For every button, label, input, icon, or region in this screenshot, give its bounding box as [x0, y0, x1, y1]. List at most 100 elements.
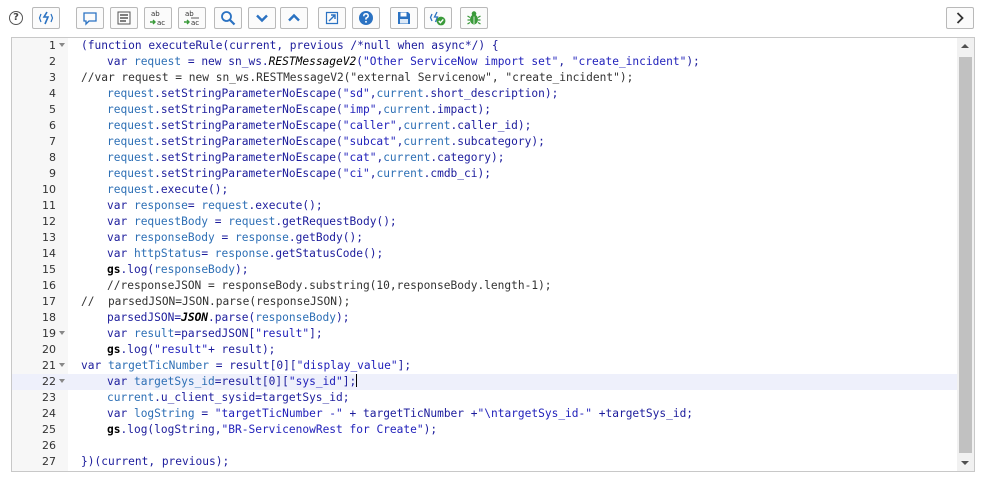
line-number: 7 — [49, 135, 56, 148]
code-text: (function executeRule(current, previous … — [81, 38, 499, 54]
code-text: //var request = new sn_ws.RESTMessageV2(… — [81, 70, 633, 86]
code-text: var responseBody = response.getBody(); — [107, 230, 363, 246]
code-token: .parse( — [208, 311, 256, 324]
code-text: request.execute(); — [107, 182, 228, 198]
line-number: 1 — [49, 39, 56, 52]
code-line[interactable]: 21 var targetTicNumber = result[0]["displ… — [12, 358, 957, 374]
line-number: 2 — [49, 55, 56, 68]
code-text: var result=parsedJSON["result"]; — [107, 326, 323, 342]
code-text: request.setStringParameterNoEscape("ci",… — [107, 166, 491, 182]
line-number: 27 — [42, 455, 56, 468]
fullscreen-button[interactable] — [318, 7, 346, 29]
code-token: "result" — [154, 343, 209, 356]
code-token: current — [383, 151, 431, 164]
code-line[interactable]: 14 var httpStatus= response.getStatusCode… — [12, 246, 957, 262]
debug-button[interactable] — [460, 7, 488, 29]
code-text: var request = new sn_ws.RESTMessageV2("O… — [107, 54, 700, 70]
code-token: "caller" — [342, 119, 397, 132]
line-number: 15 — [42, 263, 56, 276]
line-number: 8 — [49, 151, 56, 164]
code-line[interactable]: 5 request.setStringParameterNoEscape("imp… — [12, 102, 957, 118]
chevron-down-icon — [256, 14, 268, 23]
code-line[interactable]: 3 //var request = new sn_ws.RESTMessageV2… — [12, 70, 957, 86]
code-line[interactable]: 7 request.setStringParameterNoEscape("sub… — [12, 134, 957, 150]
code-line[interactable]: 23 current.u_client_sysid=targetSys_id; — [12, 390, 957, 406]
code-line[interactable]: 6 request.setStringParameterNoEscape("cal… — [12, 118, 957, 134]
code-line[interactable]: 25 gs.log(logString,"BR-ServicenowRest fo… — [12, 422, 957, 438]
code-token: .getStatusCode(); — [268, 247, 384, 260]
code-line[interactable]: 11 var response= request.execute(); — [12, 198, 957, 214]
code-line[interactable]: 20 gs.log("result"+ result); — [12, 342, 957, 358]
code-line[interactable]: 24 var logString = "targetTicNumber -" + … — [12, 406, 957, 422]
code-line[interactable]: 4 request.setStringParameterNoEscape("sd"… — [12, 86, 957, 102]
find-next-button[interactable] — [248, 7, 276, 29]
toggle-syntax-editor-button[interactable] — [32, 7, 60, 29]
code-line[interactable]: 13 var responseBody = response.getBody(); — [12, 230, 957, 246]
scroll-up-arrow-icon[interactable] — [957, 38, 974, 55]
code-line[interactable]: 22 var targetSys_id=result[0]["sys_id"]; — [12, 374, 957, 390]
scroll-down-arrow-icon[interactable] — [957, 454, 974, 471]
code-token: + targetTicNumber + — [342, 407, 478, 420]
code-token: .setStringParameterNoEscape( — [154, 135, 343, 148]
code-line[interactable]: 26 — [12, 438, 957, 454]
format-code-button[interactable] — [110, 7, 138, 29]
code-token: "BR-ServicenowRest for Create" — [221, 423, 424, 436]
line-number: 14 — [42, 247, 56, 260]
code-area[interactable]: 1 (function executeRule(current, previous… — [12, 38, 957, 470]
code-token: "targetTicNumber -" — [214, 407, 343, 420]
code-line[interactable]: 27})(current, previous); — [12, 454, 957, 470]
code-line[interactable]: 17 // parsedJSON=JSON.parse(responseJSON)… — [12, 294, 957, 310]
code-line[interactable]: 10 request.execute(); — [12, 182, 957, 198]
code-line[interactable]: 1 (function executeRule(current, previous… — [12, 38, 957, 54]
code-line[interactable]: 9 request.setStringParameterNoEscape("ci"… — [12, 166, 957, 182]
help-button[interactable] — [352, 7, 380, 29]
fold-arrow-icon[interactable] — [59, 331, 65, 335]
svg-text:ac: ac — [191, 19, 199, 27]
check-icon — [429, 11, 446, 26]
code-token: request — [133, 55, 182, 68]
line-number: 23 — [42, 391, 56, 404]
code-text: parsedJSON=JSON.parse(responseBody); — [107, 310, 350, 326]
code-line[interactable]: 12 var requestBody = request.getRequestBo… — [12, 214, 957, 230]
fullscreen-icon — [325, 11, 339, 25]
syntax-toggle-icon — [38, 11, 54, 25]
code-token: response — [235, 231, 289, 244]
fold-arrow-icon[interactable] — [59, 379, 65, 383]
code-token: = — [208, 215, 229, 228]
code-line[interactable]: 15 gs.log(responseBody); — [12, 262, 957, 278]
code-token: .execute(); — [248, 199, 323, 212]
replace-all-button[interactable]: ab ac — [178, 7, 206, 29]
code-line[interactable]: 8 request.setStringParameterNoEscape("cat… — [12, 150, 957, 166]
code-text: request.setStringParameterNoEscape("call… — [107, 118, 531, 134]
code-line[interactable]: 19 var result=parsedJSON["result"]; — [12, 326, 957, 342]
question-icon[interactable]: ? — [9, 11, 23, 25]
code-token: =parsedJSON[ — [174, 327, 256, 340]
code-token: "sys_id" — [288, 375, 343, 388]
code-token: var — [107, 55, 134, 68]
vertical-scrollbar[interactable] — [957, 38, 974, 471]
check-syntax-button[interactable] — [424, 7, 452, 29]
line-number: 21 — [42, 359, 56, 372]
code-line[interactable]: 2 var request = new sn_ws.RESTMessageV2("… — [12, 54, 957, 70]
code-token: var — [107, 231, 134, 244]
code-token: request — [107, 167, 155, 180]
scrollbar-thumb[interactable] — [959, 57, 972, 453]
code-token: = — [201, 247, 215, 260]
search-button[interactable] — [214, 7, 242, 29]
comment-button[interactable] — [76, 7, 104, 29]
code-token: var — [107, 407, 134, 420]
code-token: request — [228, 215, 276, 228]
find-previous-button[interactable] — [280, 7, 308, 29]
code-token: .setStringParameterNoEscape( — [154, 119, 343, 132]
expand-panel-button[interactable] — [946, 7, 974, 29]
code-text: // parsedJSON=JSON.parse(responseJSON); — [81, 294, 350, 310]
code-line[interactable]: 16 //responseJSON = responseBody.substrin… — [12, 278, 957, 294]
fold-arrow-icon[interactable] — [59, 363, 65, 367]
code-line[interactable]: 18 parsedJSON=JSON.parse(responseBody); — [12, 310, 957, 326]
code-token: gs — [107, 263, 121, 276]
replace-button[interactable]: ab ac — [144, 7, 172, 29]
fold-arrow-icon[interactable] — [59, 43, 65, 47]
save-button[interactable] — [390, 7, 418, 29]
code-text: current.u_client_sysid=targetSys_id; — [107, 390, 349, 406]
code-editor[interactable]: 1 (function executeRule(current, previous… — [11, 37, 975, 472]
